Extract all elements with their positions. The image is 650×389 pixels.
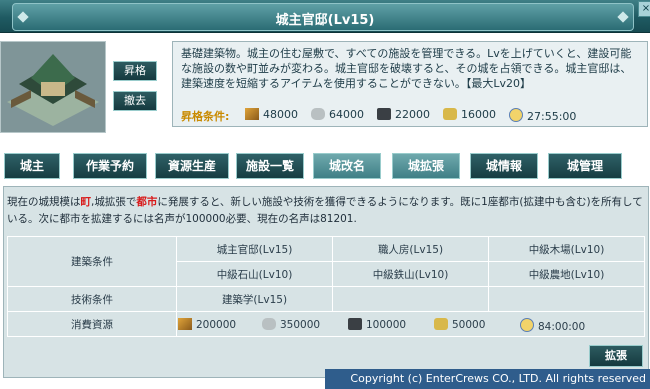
tech-condition-label: 技術条件 — [7, 286, 177, 312]
upgrade-condition-row: 昇格条件: 48000 64000 22000 16000 27:55:00 — [181, 108, 647, 124]
wood-icon — [178, 318, 192, 330]
tab-work-reservation[interactable]: 作業予約 — [73, 153, 147, 179]
building-thumbnail — [0, 41, 106, 133]
cost-wood: 200000 — [178, 318, 236, 331]
clock-icon — [509, 108, 523, 122]
window-title: 城主官邸(Lv15) — [275, 13, 375, 28]
expansion-panel: 現在の城規模は町,城拡張で都市に発展すると、新しい施設や技術を獲得できるようにな… — [3, 186, 649, 378]
food-icon — [434, 318, 448, 330]
tab-bar: 城主 作業予約 資源生産 施設一覧 城改名 城拡張 城情報 城管理 — [0, 149, 650, 184]
table-cell: 職人房(Lv15) — [332, 236, 489, 262]
table-cell: 中級木場(Lv10) — [488, 236, 645, 262]
tab-castle-rename[interactable]: 城改名 — [313, 153, 381, 179]
upgrade-cost-stone: 64000 — [311, 108, 364, 121]
expand-button[interactable]: 拡張 — [589, 345, 643, 367]
upgrade-button[interactable]: 昇格 — [113, 61, 157, 81]
food-icon — [443, 108, 457, 120]
close-button[interactable]: × — [638, 1, 650, 17]
requirements-table: 建築条件 城主官邸(Lv15) 職人房(Lv15) 中級木場(Lv10) 中級石… — [7, 236, 645, 337]
cost-stone: 350000 — [262, 318, 320, 331]
tab-facility-list[interactable]: 施設一覧 — [236, 153, 304, 179]
cost-iron: 100000 — [348, 318, 406, 331]
tab-castle-info[interactable]: 城情報 — [470, 153, 538, 179]
table-row: 技術条件 建築学(Lv15) — [7, 286, 645, 312]
table-row: 消費資源 200000 350000 100000 50000 84:00:00 — [7, 311, 645, 337]
table-cell — [488, 286, 645, 312]
expansion-intro: 現在の城規模は町,城拡張で都市に発展すると、新しい施設や技術を獲得できるようにな… — [7, 196, 643, 225]
table-cell — [332, 286, 489, 312]
cost-time: 84:00:00 — [520, 318, 585, 333]
castle-image — [1, 42, 105, 132]
building-description: 基礎建築物。城主の住む屋敷で、すべての施設を管理できる。Lvを上げていくと、建設… — [181, 47, 632, 90]
table-row: 建築条件 城主官邸(Lv15) 職人房(Lv15) 中級木場(Lv10) — [7, 236, 645, 287]
upgrade-cost-wood: 48000 — [245, 108, 298, 121]
clock-icon — [520, 318, 534, 332]
building-panel: 昇格 撤去 基礎建築物。城主の住む屋敷で、すべての施設を管理できる。Lvを上げて… — [0, 33, 650, 147]
upgrade-condition-label: 昇格条件: — [181, 110, 230, 123]
table-cell: 中級石山(Lv10) — [176, 261, 333, 287]
demolish-button[interactable]: 撤去 — [113, 91, 157, 111]
upgrade-cost-iron: 22000 — [377, 108, 430, 121]
description-box: 基礎建築物。城主の住む屋敷で、すべての施設を管理できる。Lvを上げていくと、建設… — [172, 41, 648, 127]
table-cell: 中級鉄山(Lv10) — [332, 261, 489, 287]
stone-icon — [262, 318, 276, 330]
tab-castle-expansion[interactable]: 城拡張 — [392, 153, 460, 179]
upgrade-cost-time: 27:55:00 — [509, 108, 576, 123]
cost-cell: 200000 350000 100000 50000 84:00:00 — [176, 311, 645, 337]
title-bar: 城主官邸(Lv15) × — [0, 0, 650, 33]
iron-icon — [348, 318, 362, 330]
table-cell: 中級農地(Lv10) — [488, 261, 645, 287]
tab-lord[interactable]: 城主 — [4, 153, 60, 179]
stone-icon — [311, 108, 325, 120]
building-condition-label: 建築条件 — [7, 236, 177, 287]
cost-label: 消費資源 — [7, 311, 177, 337]
upgrade-cost-food: 16000 — [443, 108, 496, 121]
cost-food: 50000 — [434, 318, 485, 331]
copyright-footer: Copyright (c) EnterCrews CO., LTD. All r… — [325, 369, 650, 389]
wood-icon — [245, 108, 259, 120]
table-cell: 建築学(Lv15) — [176, 286, 333, 312]
tab-castle-management[interactable]: 城管理 — [548, 153, 622, 179]
iron-icon — [377, 108, 391, 120]
table-cell: 城主官邸(Lv15) — [176, 236, 333, 262]
tab-resource-production[interactable]: 資源生産 — [155, 153, 229, 179]
